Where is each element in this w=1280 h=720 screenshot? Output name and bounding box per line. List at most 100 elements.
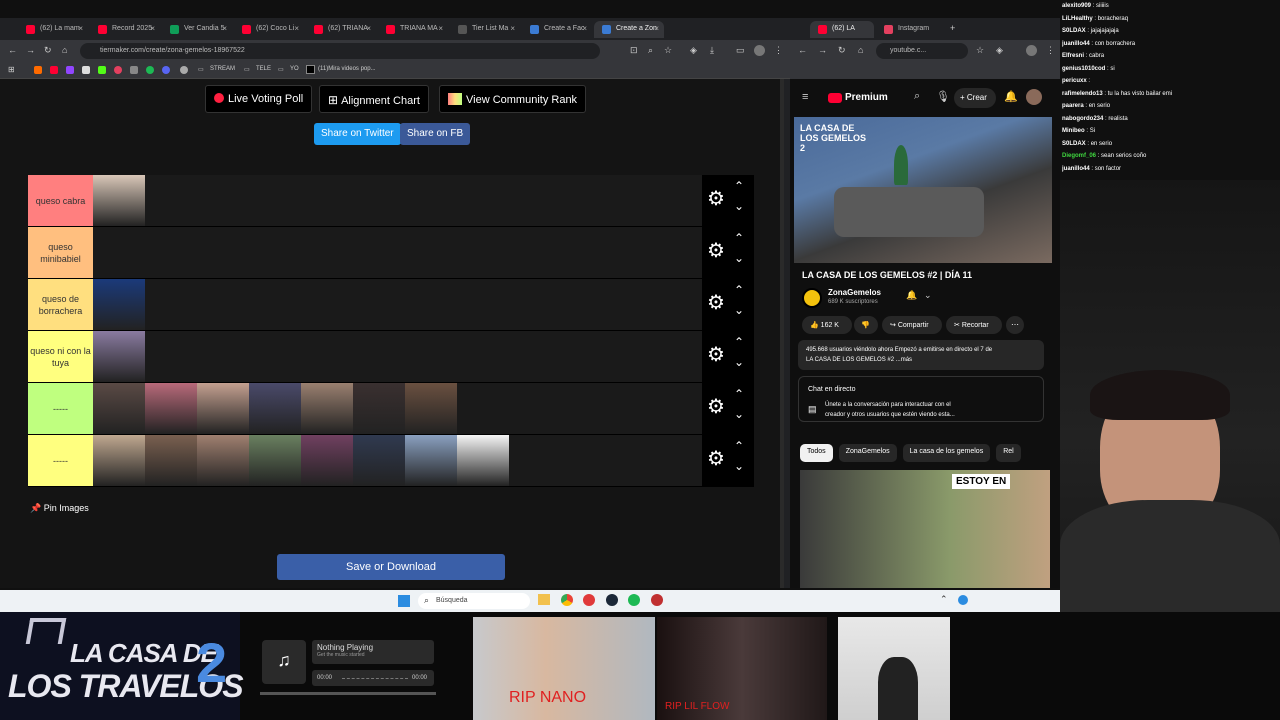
app-icon[interactable] bbox=[583, 594, 595, 606]
channel-name[interactable]: ZonaGemelos bbox=[828, 288, 881, 297]
url-input[interactable]: tiermaker.com/create/zona-gemelos-189675… bbox=[80, 43, 600, 59]
chevron-down-icon[interactable]: ⌄ bbox=[924, 290, 932, 301]
chat-user[interactable]: S0LDAX bbox=[1062, 141, 1086, 147]
chevron-up-icon[interactable]: ⌃ bbox=[734, 335, 744, 349]
close-icon[interactable]: × bbox=[366, 24, 371, 33]
gear-icon[interactable]: ⚙ bbox=[707, 189, 725, 209]
bookmark-icon[interactable] bbox=[34, 66, 42, 74]
kick-icon[interactable] bbox=[98, 66, 106, 74]
browser-tab[interactable]: (62) Coco Li × bbox=[234, 21, 304, 38]
gear-icon[interactable]: ⚙ bbox=[707, 293, 725, 313]
browser-tab[interactable]: (62) La mam × bbox=[18, 21, 88, 38]
tier-label[interactable]: queso ni con la tuya bbox=[28, 331, 93, 382]
video-player[interactable]: LA CASA DE LOS GEMELOS 2 bbox=[794, 117, 1052, 263]
tier-image[interactable] bbox=[197, 435, 249, 486]
reload-icon[interactable]: ↻ bbox=[838, 45, 846, 56]
filter-chip[interactable]: Todos bbox=[800, 444, 833, 462]
bookmark-folder-stream[interactable]: STREAM bbox=[210, 66, 235, 72]
share-button[interactable]: ↪ Compartir bbox=[882, 316, 942, 334]
browser-tab[interactable]: Create a Fac × bbox=[522, 21, 592, 38]
bell-icon[interactable]: 🔔 bbox=[906, 290, 917, 301]
file-explorer-icon[interactable] bbox=[538, 594, 550, 605]
chevron-down-icon[interactable]: ⌄ bbox=[734, 407, 744, 421]
chevron-down-icon[interactable]: ⌄ bbox=[734, 355, 744, 369]
menu-icon[interactable]: ⋮ bbox=[774, 45, 783, 56]
like-button[interactable]: 👍 162 K bbox=[802, 316, 852, 334]
tier-image[interactable] bbox=[93, 175, 145, 226]
spotify-icon[interactable] bbox=[146, 66, 154, 74]
tier-image[interactable] bbox=[353, 383, 405, 434]
live-voting-poll-button[interactable]: Live Voting Poll bbox=[205, 85, 313, 113]
extension-icon[interactable]: ◈ bbox=[690, 45, 697, 56]
youtube-icon[interactable] bbox=[50, 66, 58, 74]
close-icon[interactable]: × bbox=[78, 24, 83, 33]
filter-chip[interactable]: ZonaGemelos bbox=[838, 444, 897, 462]
menu-icon[interactable]: ⋮ bbox=[1046, 45, 1055, 56]
chat-user[interactable]: nabogordo234 bbox=[1062, 116, 1103, 122]
browser-tab[interactable]: Tier List Ma × bbox=[450, 21, 520, 38]
chevron-up-icon[interactable]: ⌃ bbox=[940, 594, 948, 605]
bookmark-icon[interactable] bbox=[180, 66, 188, 74]
video-description[interactable]: 495.668 usuarios viéndolo ahora Empezó a… bbox=[798, 340, 1044, 370]
more-icon[interactable]: ⋯ bbox=[1006, 316, 1024, 334]
close-icon[interactable]: × bbox=[222, 24, 227, 33]
chevron-up-icon[interactable]: ⌃ bbox=[734, 439, 744, 453]
chat-user[interactable]: LiLHealthy bbox=[1062, 16, 1093, 22]
download-icon[interactable]: ⤓ bbox=[710, 45, 714, 56]
tier-label[interactable]: ----- bbox=[28, 383, 93, 434]
spotify-icon[interactable] bbox=[628, 594, 640, 606]
chat-user[interactable]: Minibeo bbox=[1062, 128, 1085, 134]
tier-image[interactable] bbox=[405, 435, 457, 486]
close-icon[interactable]: × bbox=[654, 24, 659, 33]
apps-icon[interactable]: ⊞ bbox=[8, 65, 15, 74]
save-download-button[interactable]: Save or Download bbox=[277, 554, 505, 580]
translate-icon[interactable]: ⊡ bbox=[630, 45, 638, 56]
mic-icon[interactable]: 🎙 bbox=[936, 90, 950, 103]
search-icon[interactable]: ⌕ bbox=[914, 90, 920, 103]
chevron-down-icon[interactable]: ⌄ bbox=[734, 303, 744, 317]
tier-image[interactable] bbox=[145, 383, 197, 434]
tier-image[interactable] bbox=[93, 279, 145, 330]
home-icon[interactable]: ⌂ bbox=[62, 45, 67, 55]
star-icon[interactable]: ☆ bbox=[976, 45, 984, 56]
tier-image[interactable] bbox=[197, 383, 249, 434]
chat-user[interactable]: Elfresni bbox=[1062, 53, 1084, 59]
gear-icon[interactable]: ⚙ bbox=[707, 397, 725, 417]
bookmark-folder-yo[interactable]: YO bbox=[290, 66, 299, 72]
chevron-up-icon[interactable]: ⌃ bbox=[734, 387, 744, 401]
new-tab-icon[interactable]: + bbox=[950, 23, 955, 33]
browser-tab[interactable]: (62) TRIANA × bbox=[306, 21, 376, 38]
youtube-premium-logo[interactable]: Premium bbox=[845, 92, 888, 103]
share-twitter-button[interactable]: Share on Twitter bbox=[314, 123, 401, 145]
windows-start-icon[interactable] bbox=[398, 595, 410, 607]
chat-user[interactable]: alexito909 bbox=[1062, 3, 1091, 9]
chevron-up-icon[interactable]: ⌃ bbox=[734, 179, 744, 193]
chevron-down-icon[interactable]: ⌄ bbox=[734, 459, 744, 473]
chrome-icon[interactable] bbox=[561, 594, 573, 606]
tier-image[interactable] bbox=[249, 435, 301, 486]
browser-tab[interactable]: Ver Candia 5 × bbox=[162, 21, 232, 38]
browser-tab[interactable]: Record 2025 × bbox=[90, 21, 160, 38]
browser-tab[interactable]: TRIANA MA × bbox=[378, 21, 448, 38]
app-icon[interactable] bbox=[651, 594, 663, 606]
dislike-button[interactable]: 👎 bbox=[854, 316, 878, 334]
filter-chip[interactable]: Rel bbox=[996, 444, 1021, 462]
twitch-icon[interactable] bbox=[66, 66, 74, 74]
close-icon[interactable]: × bbox=[582, 24, 587, 33]
close-icon[interactable]: × bbox=[150, 24, 155, 33]
tab-instagram[interactable]: Instagram bbox=[876, 21, 942, 38]
star-icon[interactable]: ☆ bbox=[664, 45, 672, 56]
chevron-up-icon[interactable]: ⌃ bbox=[734, 231, 744, 245]
tier-image[interactable] bbox=[301, 383, 353, 434]
chat-user[interactable]: pericuxx bbox=[1062, 78, 1087, 84]
hamburger-icon[interactable]: ≡ bbox=[802, 91, 808, 103]
taskbar-search[interactable]: ⌕ Búsqueda bbox=[418, 593, 530, 609]
chat-user[interactable]: rafimelendo13 bbox=[1062, 91, 1103, 97]
back-icon[interactable]: ← bbox=[8, 45, 17, 55]
zoom-icon[interactable]: ⌕ bbox=[648, 45, 653, 56]
chat-user[interactable]: genius1010cod bbox=[1062, 66, 1105, 72]
close-icon[interactable]: × bbox=[510, 24, 515, 33]
tab-youtube[interactable]: (62) LA bbox=[810, 21, 874, 38]
alignment-chart-button[interactable]: ⊞ Alignment Chart bbox=[319, 85, 429, 113]
channel-avatar[interactable] bbox=[802, 288, 822, 308]
